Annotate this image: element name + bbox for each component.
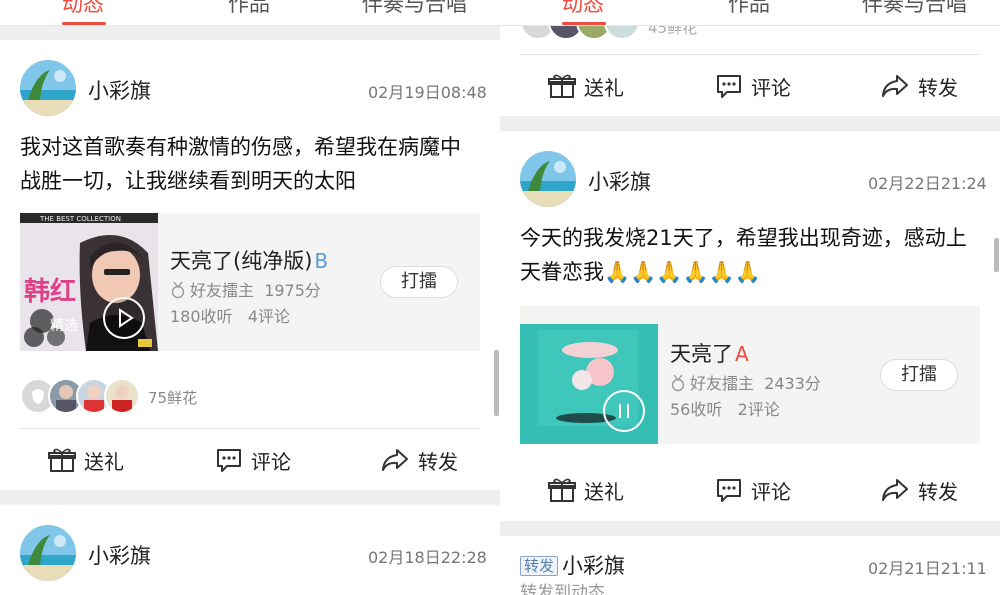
grade-badge: A xyxy=(735,342,749,366)
tab-works[interactable]: 作品 xyxy=(728,0,770,18)
username[interactable]: 转发 小彩旗 xyxy=(520,550,625,580)
feed-card: 小彩旗 02月22日21:24 今天的我发烧21天了，希望我出现奇迹，感动上天眷… xyxy=(500,131,1000,521)
play-icon[interactable] xyxy=(103,297,145,339)
flower-bar[interactable]: 75鲜花 xyxy=(20,378,320,418)
avatar[interactable] xyxy=(520,151,576,207)
comment-button[interactable]: 评论 xyxy=(715,459,791,521)
share-button[interactable]: 转发 xyxy=(880,459,958,521)
challenge-button[interactable]: 打擂 xyxy=(880,359,958,391)
username[interactable]: 小彩旗 xyxy=(88,540,151,570)
tab-dynamic[interactable]: 动态 xyxy=(62,0,104,18)
tab-bar: 动态 作品 伴奏与合唱 xyxy=(500,0,1000,26)
comment-icon xyxy=(717,75,741,98)
tab-bar: 动态 作品 伴奏与合唱 xyxy=(0,0,500,26)
gift-icon xyxy=(548,74,576,98)
scrollbar[interactable] xyxy=(994,238,999,272)
repost-subtitle: 转发到动态 xyxy=(520,583,605,595)
song-title[interactable]: 天亮了(纯净版) B xyxy=(170,245,328,275)
action-bar: 送礼 评论 转发 xyxy=(500,459,1000,521)
flower-count: 45鲜花 xyxy=(648,26,698,37)
pause-icon[interactable] xyxy=(603,390,645,432)
post-time: 02月19日08:48 xyxy=(368,83,487,102)
post-time: 02月18日22:28 xyxy=(368,548,487,567)
stats: 180收听 4评论 xyxy=(170,307,290,326)
action-bar: 送礼 评论 转发 xyxy=(500,55,1000,117)
stats: 56收听 2评论 xyxy=(670,400,780,419)
cover-header: THE BEST COLLECTION xyxy=(40,215,121,223)
flower-count: 75鲜花 xyxy=(148,389,198,407)
comment-icon xyxy=(717,479,741,502)
feed-card: 小彩旗 02月18日22:28 xyxy=(0,505,500,595)
avatar[interactable] xyxy=(20,525,76,581)
cover-tag: 精选 xyxy=(50,318,78,334)
cover-artist: 韩红 xyxy=(24,277,77,307)
share-icon xyxy=(382,449,408,471)
host-info: 好友擂主 2433分 xyxy=(670,370,821,394)
song-title[interactable]: 天亮了 A xyxy=(670,338,749,368)
feed-card: 动态 作品 伴奏与合唱 45鲜花 送礼 评论 转发 xyxy=(500,0,1000,116)
left-screen: 动态 作品 伴奏与合唱 小彩旗 02月19日08:48 我对这首歌奏有种激情的伤… xyxy=(0,0,500,595)
host-info: 好友擂主 1975分 xyxy=(170,277,321,301)
fan-avatar[interactable] xyxy=(604,26,640,40)
avatar[interactable] xyxy=(20,60,76,116)
song-card[interactable]: THE BEST COLLECTION 韩红 精选 天亮了(纯净版) B 好友擂主… xyxy=(20,213,480,351)
album-cover xyxy=(520,306,658,444)
fan-avatar[interactable] xyxy=(104,378,140,414)
tab-works[interactable]: 作品 xyxy=(228,0,270,18)
song-card[interactable]: 天亮了 A 好友擂主 2433分 56收听 2评论 打擂 xyxy=(520,306,980,444)
grade-badge: B xyxy=(314,249,329,273)
share-icon xyxy=(882,479,908,501)
feed-card: 小彩旗 02月19日08:48 我对这首歌奏有种激情的伤感，希望我在病魔中战胜一… xyxy=(0,40,500,490)
tab-active-indicator xyxy=(62,22,106,25)
gift-button[interactable]: 送礼 xyxy=(548,459,624,521)
album-cover: THE BEST COLLECTION 韩红 精选 xyxy=(20,213,158,351)
medal-icon xyxy=(171,281,185,299)
post-text: 我对这首歌奏有种激情的伤感，希望我在病魔中战胜一切，让我继续看到明天的太阳 xyxy=(20,135,461,193)
post-time: 02月22日21:24 xyxy=(868,174,987,193)
gift-button[interactable]: 送礼 xyxy=(48,429,124,491)
comment-button[interactable]: 评论 xyxy=(715,55,791,117)
tab-accompany[interactable]: 伴奏与合唱 xyxy=(362,0,467,18)
gift-icon xyxy=(548,478,576,502)
username[interactable]: 小彩旗 xyxy=(588,166,651,196)
username[interactable]: 小彩旗 xyxy=(88,75,151,105)
flower-bar[interactable]: 45鲜花 xyxy=(520,26,820,42)
gift-button[interactable]: 送礼 xyxy=(548,55,624,117)
right-screen: 动态 作品 伴奏与合唱 45鲜花 送礼 评论 转发 小彩旗 02月22日21:2… xyxy=(500,0,1000,595)
share-button[interactable]: 转发 xyxy=(380,429,458,491)
post-time: 02月21日21:11 xyxy=(868,559,987,578)
action-bar: 送礼 评论 转发 xyxy=(0,429,500,491)
post-text: 今天的我发烧21天了，希望我出现奇迹，感动上天眷恋我🙏🙏🙏🙏🙏🙏 xyxy=(520,226,967,284)
challenge-button[interactable]: 打擂 xyxy=(380,266,458,298)
comment-button[interactable]: 评论 xyxy=(215,429,291,491)
share-button[interactable]: 转发 xyxy=(880,55,958,117)
comment-icon xyxy=(217,449,241,472)
share-icon xyxy=(882,75,908,97)
tab-active-indicator xyxy=(562,22,606,25)
repost-tag: 转发 xyxy=(520,556,559,576)
medal-icon xyxy=(671,374,685,392)
tab-accompany[interactable]: 伴奏与合唱 xyxy=(862,0,967,18)
feed-card: 转发 小彩旗 02月21日21:11 转发到动态 xyxy=(500,536,1000,595)
gift-icon xyxy=(48,448,76,472)
tab-dynamic[interactable]: 动态 xyxy=(562,0,604,18)
scrollbar[interactable] xyxy=(494,350,499,416)
